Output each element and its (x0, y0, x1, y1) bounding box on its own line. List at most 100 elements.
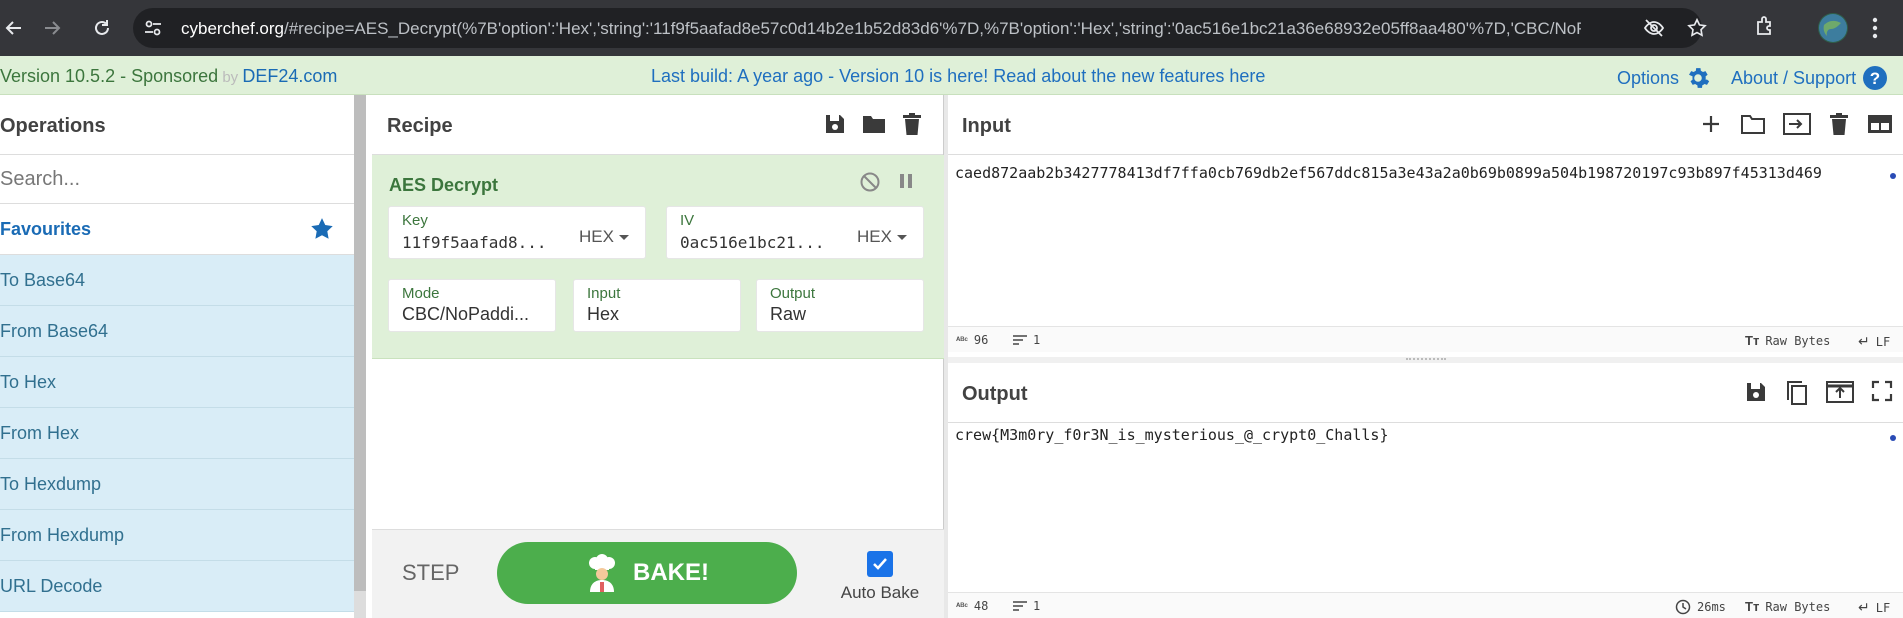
clear-input-icon[interactable] (1828, 112, 1850, 136)
more-icon[interactable] (1870, 14, 1880, 42)
iv-label: IV (680, 212, 695, 229)
extensions-icon[interactable] (1753, 14, 1777, 38)
version-label: Version 10.5.2 (0, 66, 116, 86)
operations-scrollbar[interactable] (354, 95, 366, 618)
favourites-label: Favourites (0, 219, 92, 239)
operation-to-hexdump[interactable]: To Hexdump (0, 459, 355, 510)
bake-controls: STEP BAKE! Auto Bake (372, 529, 944, 618)
url-domain: cyberchef.org (181, 19, 284, 38)
notice-banner: Version 10.5.2 - Sponsored by DEF24.com … (0, 56, 1903, 95)
output-encoding[interactable]: Raw Bytes (1765, 600, 1830, 614)
lines-icon (1013, 601, 1027, 611)
clear-recipe-icon[interactable] (901, 112, 923, 136)
bake-time: 26ms (1697, 600, 1726, 614)
operation-url-decode[interactable]: URL Decode (0, 561, 355, 612)
input-pane: Input caed872aab2b3427778413df7ffa0cb769… (948, 95, 1903, 357)
back-icon[interactable] (0, 14, 28, 42)
key-value[interactable]: 11f9f5aafad8... (402, 233, 552, 252)
operation-to-base64[interactable]: To Base64 (0, 255, 355, 306)
layout-icon[interactable] (1867, 112, 1893, 136)
about-support-button[interactable]: About / Support ? (1731, 65, 1888, 91)
disable-operation-icon[interactable] (859, 171, 881, 193)
mode-select[interactable]: Mode CBC/NoPaddi... (388, 279, 556, 332)
output-length: 48 (973, 599, 989, 613)
iv-value[interactable]: 0ac516e1bc21... (680, 233, 830, 252)
input-length: 96 (973, 333, 989, 347)
mode-value: CBC/NoPaddi... (402, 304, 530, 324)
iv-format-dropdown[interactable]: HEX (857, 227, 907, 247)
output-format-select[interactable]: Output Raw (756, 279, 924, 332)
output-eol[interactable]: LF (1876, 601, 1890, 615)
operation-from-base64[interactable]: From Base64 (0, 306, 355, 357)
options-label: Options (1617, 67, 1680, 88)
mode-label: Mode (402, 285, 440, 302)
operations-pane: Operations Search... Favourites To Base6… (0, 95, 366, 618)
operation-to-hex[interactable]: To Hex (0, 357, 355, 408)
bookmark-star-icon[interactable] (1686, 17, 1708, 39)
options-button[interactable]: Options (1617, 65, 1711, 91)
output-lines: 1 (1033, 599, 1041, 613)
favourites-category[interactable]: Favourites (0, 204, 355, 255)
operation-from-hexdump[interactable]: From Hexdump (0, 510, 355, 561)
text-format-icon[interactable]: Tт (1745, 333, 1759, 348)
clock-icon (1675, 599, 1691, 615)
output-pane: Output crew{M3m0ry_f0r3N_is_mysterious_@… (948, 363, 1903, 618)
replace-input-icon[interactable] (1826, 380, 1854, 406)
open-folder-icon[interactable] (1740, 112, 1766, 136)
iv-field[interactable]: IV 0ac516e1bc21... HEX (666, 206, 924, 259)
input-title: Input (962, 115, 1011, 137)
profile-avatar[interactable] (1818, 13, 1848, 43)
auto-bake-label: Auto Bake (840, 583, 920, 602)
output-format-label: Output (770, 285, 816, 302)
chef-icon (585, 554, 619, 592)
maximize-icon[interactable] (1871, 380, 1893, 406)
auto-bake-toggle[interactable]: Auto Bake (835, 551, 925, 603)
checkbox-checked-icon[interactable] (867, 551, 893, 577)
help-icon: ? (1862, 65, 1888, 91)
favourites-star-icon[interactable] (309, 216, 335, 242)
address-bar[interactable]: cyberchef.org/#recipe=AES_Decrypt(%7B'op… (133, 8, 1707, 48)
url-path: /#recipe=AES_Decrypt(%7B'option':'Hex','… (284, 19, 1581, 38)
splitter-grip[interactable] (1406, 358, 1446, 361)
text-format-icon[interactable]: Tт (1745, 599, 1759, 614)
output-format-value: Raw (770, 304, 807, 324)
operation-from-hex[interactable]: From Hex (0, 408, 355, 459)
input-format-select[interactable]: Input Hex (573, 279, 741, 332)
scrollbar-thumb[interactable] (354, 95, 366, 591)
bake-button[interactable]: BAKE! (497, 542, 797, 604)
url-text: cyberchef.org/#recipe=AES_Decrypt(%7B'op… (181, 19, 1581, 39)
input-encoding[interactable]: Raw Bytes (1765, 334, 1830, 348)
key-field[interactable]: Key 11f9f5aafad8... HEX (388, 206, 646, 259)
lines-icon (1013, 335, 1027, 345)
bake-label: BAKE! (633, 559, 709, 586)
build-notice-link[interactable]: Last build: A year ago - Version 10 is h… (651, 66, 1265, 87)
save-recipe-icon[interactable] (823, 112, 847, 136)
load-recipe-icon[interactable] (861, 112, 887, 136)
aes-decrypt-operation: AES Decrypt Key 11f9f5aafad8... HEX IV 0… (372, 155, 944, 359)
return-icon[interactable]: ↵ (1858, 333, 1870, 350)
add-tab-icon[interactable] (1699, 112, 1723, 136)
input-textarea[interactable]: caed872aab2b3427778413df7ffa0cb769db2ef5… (955, 164, 1822, 182)
sponsored-label: - Sponsored (115, 66, 219, 86)
save-output-icon[interactable] (1744, 380, 1768, 406)
sponsor-link[interactable]: DEF24.com (242, 66, 337, 86)
recipe-header: Recipe (372, 95, 943, 155)
eye-off-icon[interactable] (1643, 18, 1665, 38)
reload-icon[interactable] (88, 14, 116, 42)
output-textarea[interactable]: crew{M3m0ry_f0r3N_is_mysterious_@_crypt0… (955, 426, 1388, 444)
key-label: Key (402, 212, 428, 229)
input-format-value: Hex (587, 304, 620, 324)
recipe-title: Recipe (387, 115, 453, 137)
step-button[interactable]: STEP (402, 560, 459, 586)
key-format-value: HEX (579, 227, 614, 246)
forward-icon[interactable] (38, 14, 66, 42)
operations-search-input[interactable]: Search... (0, 155, 355, 204)
key-format-dropdown[interactable]: HEX (579, 227, 629, 247)
version-info: Version 10.5.2 - Sponsored by DEF24.com (0, 66, 337, 87)
copy-icon[interactable] (1785, 380, 1809, 406)
return-icon[interactable]: ↵ (1858, 599, 1870, 616)
input-eol[interactable]: LF (1876, 335, 1890, 349)
breakpoint-icon[interactable] (899, 173, 913, 189)
open-file-icon[interactable] (1783, 112, 1811, 136)
tune-icon[interactable] (143, 18, 163, 38)
